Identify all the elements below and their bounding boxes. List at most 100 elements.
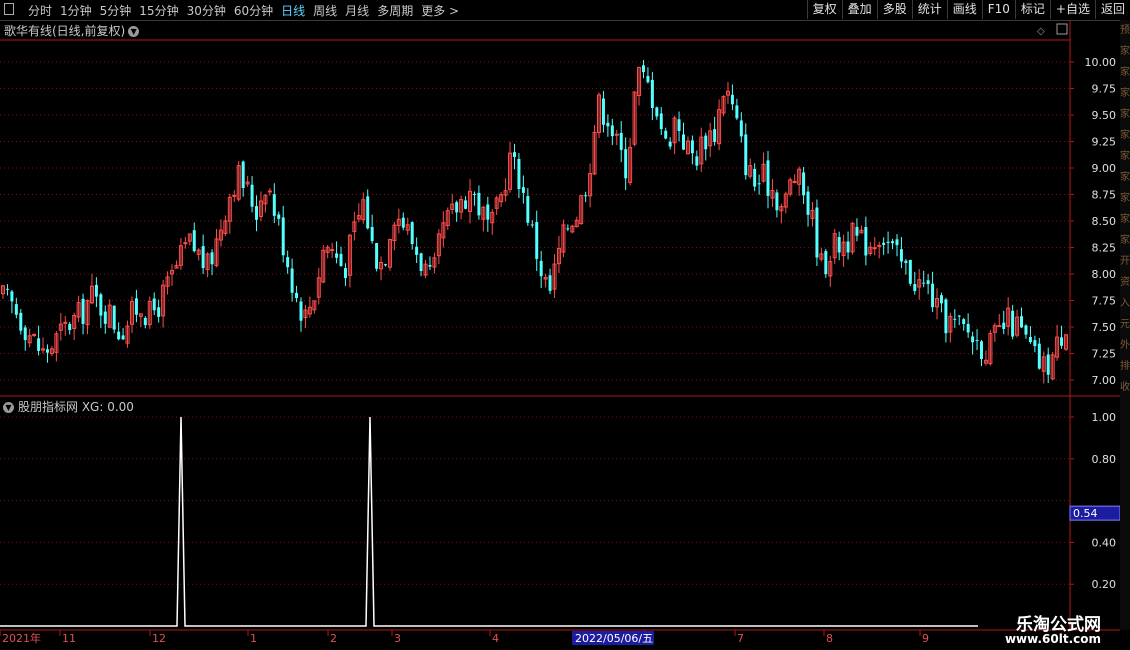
candle-body <box>335 253 339 258</box>
candle-body <box>904 260 908 264</box>
candle-body <box>895 239 899 246</box>
candle-body <box>837 237 841 253</box>
date-tick-label: 8 <box>826 632 833 645</box>
candle-body <box>192 230 196 252</box>
price-tick-label: 7.25 <box>1092 348 1117 361</box>
candle-body <box>872 247 877 250</box>
candle-body <box>744 134 748 176</box>
candle-body <box>877 244 882 247</box>
candle-body <box>272 194 276 216</box>
candle-body <box>753 168 757 187</box>
strip-label-12: 资 <box>1120 277 1130 288</box>
candle-body <box>32 333 37 336</box>
price-tick-label: 7.50 <box>1092 321 1117 334</box>
price-tick-label: 8.50 <box>1092 215 1117 228</box>
candle-body <box>157 307 161 317</box>
candle-body <box>962 319 966 324</box>
candle-body <box>730 94 734 105</box>
strip-label-13: 入 <box>1120 298 1130 309</box>
candle-body <box>775 192 779 211</box>
indicator-tick-label: 0.40 <box>1092 536 1117 549</box>
candle-body <box>295 292 299 299</box>
candle-body <box>739 120 743 137</box>
candle-body <box>201 246 205 269</box>
candle-body <box>68 323 72 331</box>
candle-body <box>419 253 423 271</box>
candle-body <box>606 122 610 127</box>
cursor-date-label: 2022/05/06/五 <box>575 632 653 645</box>
diamond-icon: ◇ <box>1037 26 1045 37</box>
candle-body <box>610 125 614 137</box>
candle-body <box>37 338 41 351</box>
candle-body <box>267 190 272 193</box>
candle-body <box>641 65 645 73</box>
candle-body <box>299 301 303 321</box>
candle-body <box>646 75 650 83</box>
date-tick-label: 4 <box>492 632 499 645</box>
candle-body <box>472 193 476 195</box>
strip-label-2: 家 <box>1120 67 1130 78</box>
price-tick-label: 9.50 <box>1092 109 1117 122</box>
candle-body <box>957 315 961 317</box>
candle-body <box>343 268 347 279</box>
candle-body <box>464 200 468 209</box>
candle-body <box>566 228 570 230</box>
candle-body <box>23 327 27 341</box>
candle-body <box>112 305 116 330</box>
candle-body <box>690 140 694 154</box>
candle-body <box>966 323 970 333</box>
candle-body <box>210 252 214 265</box>
candle-body <box>584 195 588 197</box>
candle-body <box>81 298 85 324</box>
candle-body <box>704 135 708 150</box>
price-tick-label: 9.00 <box>1092 162 1117 175</box>
candle-body <box>601 98 605 125</box>
candle-body <box>401 217 405 228</box>
candle-body <box>255 206 259 220</box>
strip-label-11: 开 <box>1120 256 1130 267</box>
maximize-icon <box>1056 23 1068 35</box>
candle-body <box>486 204 490 220</box>
candle-body <box>886 241 890 243</box>
grid-layer <box>0 61 1070 585</box>
candle-body <box>1011 310 1015 337</box>
candle-body <box>997 325 1002 328</box>
candle-body <box>1024 325 1028 335</box>
strip-label-17: 收 <box>1120 382 1130 393</box>
candle-body <box>757 183 761 185</box>
candle-body <box>19 312 23 331</box>
candle-body <box>1046 354 1050 375</box>
stock-chart[interactable]: ◇ 10.00 9.75 9.50 9.25 9.00 8.75 8.50 8.25 8.00 7.… <box>0 0 1130 650</box>
candle-body <box>526 196 530 223</box>
candle-body <box>668 141 672 147</box>
candle-body <box>117 331 121 340</box>
candle-body <box>926 280 930 285</box>
strip-label-14: 元 <box>1120 319 1130 330</box>
candle-body <box>99 294 103 316</box>
strip-label-5: 家 <box>1120 130 1130 141</box>
date-tick-label: 9 <box>922 632 929 645</box>
price-tick-label: 7.75 <box>1092 295 1117 308</box>
candle-body <box>1002 322 1006 329</box>
candle-body <box>619 132 623 150</box>
candle-body <box>922 282 926 284</box>
strip-label-0: 预 <box>1120 25 1130 36</box>
candle-body <box>339 253 343 267</box>
candle-body <box>521 187 525 193</box>
strip-label-3: 家 <box>1120 88 1130 99</box>
candle-body <box>1033 340 1037 347</box>
candle-body <box>931 283 935 308</box>
candle-body <box>913 284 917 292</box>
price-tick-label: 8.00 <box>1092 268 1117 281</box>
candle-body <box>428 265 432 267</box>
indicator-series <box>0 416 978 627</box>
candle-body <box>953 318 957 320</box>
date-tick-label: 7 <box>737 632 744 645</box>
candle-body <box>975 340 979 342</box>
watermark-logo: 乐淘公式网 www.60lt.com <box>983 606 1123 650</box>
candle-body <box>735 105 739 119</box>
candle-body <box>415 246 419 255</box>
candle-body <box>802 172 806 196</box>
date-tick-label: 2021年 <box>2 631 41 645</box>
indicator-tick-label: 1.00 <box>1092 411 1117 424</box>
